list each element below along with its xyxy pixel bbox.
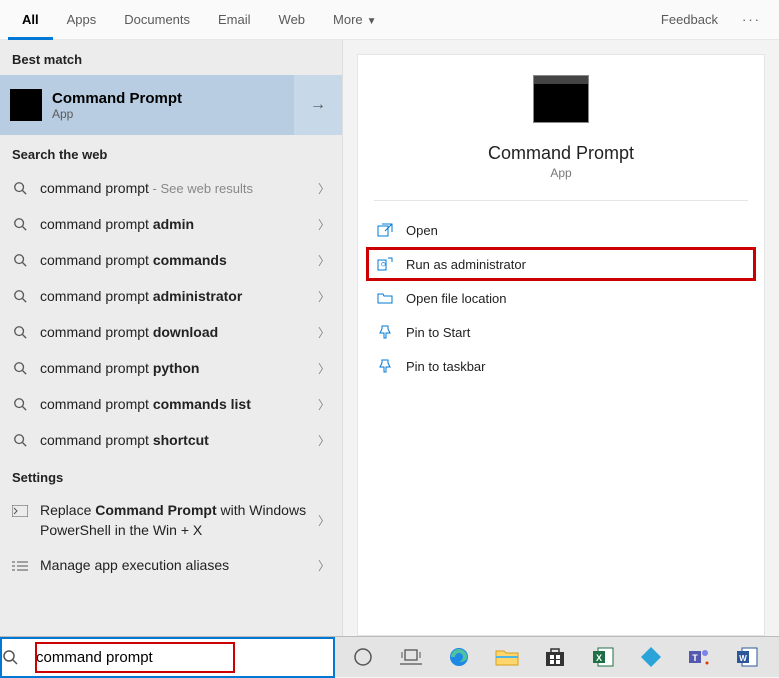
action-run-as-administrator[interactable]: Run as administrator	[366, 247, 756, 281]
action-open[interactable]: Open	[366, 213, 756, 247]
search-icon	[12, 216, 28, 232]
taskbar-search-box[interactable]	[0, 637, 335, 678]
search-icon	[12, 396, 28, 412]
web-result-row[interactable]: command prompt shortcut〉	[0, 422, 342, 458]
pin-start-icon	[376, 323, 394, 341]
best-match-title: Command Prompt	[52, 90, 294, 107]
teams-icon[interactable]: T	[675, 637, 723, 678]
tab-apps[interactable]: Apps	[53, 0, 111, 40]
svg-text:W: W	[739, 654, 747, 663]
results-panel: Best match Command Prompt App → Search t…	[0, 40, 343, 636]
folder-icon	[376, 289, 394, 307]
details-panel: Command Prompt App Open Run as administr…	[357, 54, 765, 636]
app-subtitle: App	[358, 166, 764, 180]
web-result-text: command prompt - See web results	[40, 180, 318, 196]
tab-web[interactable]: Web	[265, 0, 320, 40]
svg-text:T: T	[692, 653, 698, 663]
tab-documents[interactable]: Documents	[110, 0, 204, 40]
kodi-icon[interactable]	[627, 637, 675, 678]
app-thumbnail-icon	[533, 75, 589, 123]
chevron-right-icon: 〉	[318, 557, 330, 574]
action-open-file-location[interactable]: Open file location	[366, 281, 756, 315]
search-icon	[12, 180, 28, 196]
search-icon	[12, 360, 28, 376]
setting-replace-cmd-powershell[interactable]: Replace Command Prompt with Windows Powe…	[0, 493, 342, 548]
setting-label: Replace Command Prompt with Windows Powe…	[40, 501, 318, 540]
pin-taskbar-icon	[376, 357, 394, 375]
excel-icon[interactable]: X	[579, 637, 627, 678]
web-result-row[interactable]: command prompt python〉	[0, 350, 342, 386]
search-icon	[12, 288, 28, 304]
app-title: Command Prompt	[358, 143, 764, 164]
open-icon	[376, 221, 394, 239]
file-explorer-icon[interactable]	[483, 637, 531, 678]
microsoft-store-icon[interactable]	[531, 637, 579, 678]
search-web-heading: Search the web	[0, 135, 342, 170]
more-options-icon[interactable]: ···	[732, 12, 771, 27]
tab-more[interactable]: More▼	[319, 0, 391, 40]
chevron-right-icon: 〉	[318, 360, 330, 377]
tab-all[interactable]: All	[8, 0, 53, 40]
chevron-right-icon: 〉	[318, 288, 330, 305]
web-result-text: command prompt shortcut	[40, 432, 318, 448]
best-match-arrow-icon[interactable]: →	[294, 75, 342, 135]
svg-text:X: X	[596, 653, 602, 663]
web-result-text: command prompt download	[40, 324, 318, 340]
action-label: Pin to taskbar	[406, 359, 486, 374]
chevron-right-icon: 〉	[318, 512, 330, 529]
search-icon	[2, 649, 36, 665]
admin-icon	[376, 255, 394, 273]
best-match-result[interactable]: Command Prompt App →	[0, 75, 342, 135]
terminal-icon	[12, 503, 28, 519]
web-result-row[interactable]: command prompt admin〉	[0, 206, 342, 242]
web-result-row[interactable]: command prompt - See web results〉	[0, 170, 342, 206]
settings-heading: Settings	[0, 458, 342, 493]
search-input[interactable]	[36, 649, 333, 666]
search-icon	[12, 432, 28, 448]
action-label: Open	[406, 223, 438, 238]
web-result-text: command prompt administrator	[40, 288, 318, 304]
best-match-heading: Best match	[0, 40, 342, 75]
list-icon	[12, 558, 28, 574]
search-categories-tabs: All Apps Documents Email Web More▼ Feedb…	[0, 0, 779, 40]
search-icon	[12, 324, 28, 340]
task-view-icon[interactable]	[387, 637, 435, 678]
web-result-row[interactable]: command prompt download〉	[0, 314, 342, 350]
cortana-icon[interactable]	[339, 637, 387, 678]
web-result-text: command prompt admin	[40, 216, 318, 232]
feedback-link[interactable]: Feedback	[647, 12, 732, 27]
chevron-right-icon: 〉	[318, 216, 330, 233]
tab-email[interactable]: Email	[204, 0, 265, 40]
setting-app-execution-aliases[interactable]: Manage app execution aliases 〉	[0, 548, 342, 584]
word-icon[interactable]: W	[723, 637, 771, 678]
chevron-down-icon: ▼	[367, 16, 377, 27]
web-result-text: command prompt commands	[40, 252, 318, 268]
taskbar: X T W	[0, 636, 779, 677]
action-pin-to-taskbar[interactable]: Pin to taskbar	[366, 349, 756, 383]
cmd-app-icon	[10, 89, 42, 121]
chevron-right-icon: 〉	[318, 180, 330, 197]
action-label: Pin to Start	[406, 325, 470, 340]
chevron-right-icon: 〉	[318, 396, 330, 413]
chevron-right-icon: 〉	[318, 324, 330, 341]
web-result-text: command prompt python	[40, 360, 318, 376]
web-result-row[interactable]: command prompt administrator〉	[0, 278, 342, 314]
action-label: Open file location	[406, 291, 506, 306]
best-match-subtitle: App	[52, 107, 294, 121]
web-result-text: command prompt commands list	[40, 396, 318, 412]
web-result-row[interactable]: command prompt commands〉	[0, 242, 342, 278]
search-icon	[12, 252, 28, 268]
divider	[374, 200, 748, 201]
chevron-right-icon: 〉	[318, 252, 330, 269]
action-label: Run as administrator	[406, 257, 526, 272]
edge-icon[interactable]	[435, 637, 483, 678]
chevron-right-icon: 〉	[318, 432, 330, 449]
web-result-row[interactable]: command prompt commands list〉	[0, 386, 342, 422]
action-pin-to-start[interactable]: Pin to Start	[366, 315, 756, 349]
setting-label: Manage app execution aliases	[40, 556, 318, 576]
